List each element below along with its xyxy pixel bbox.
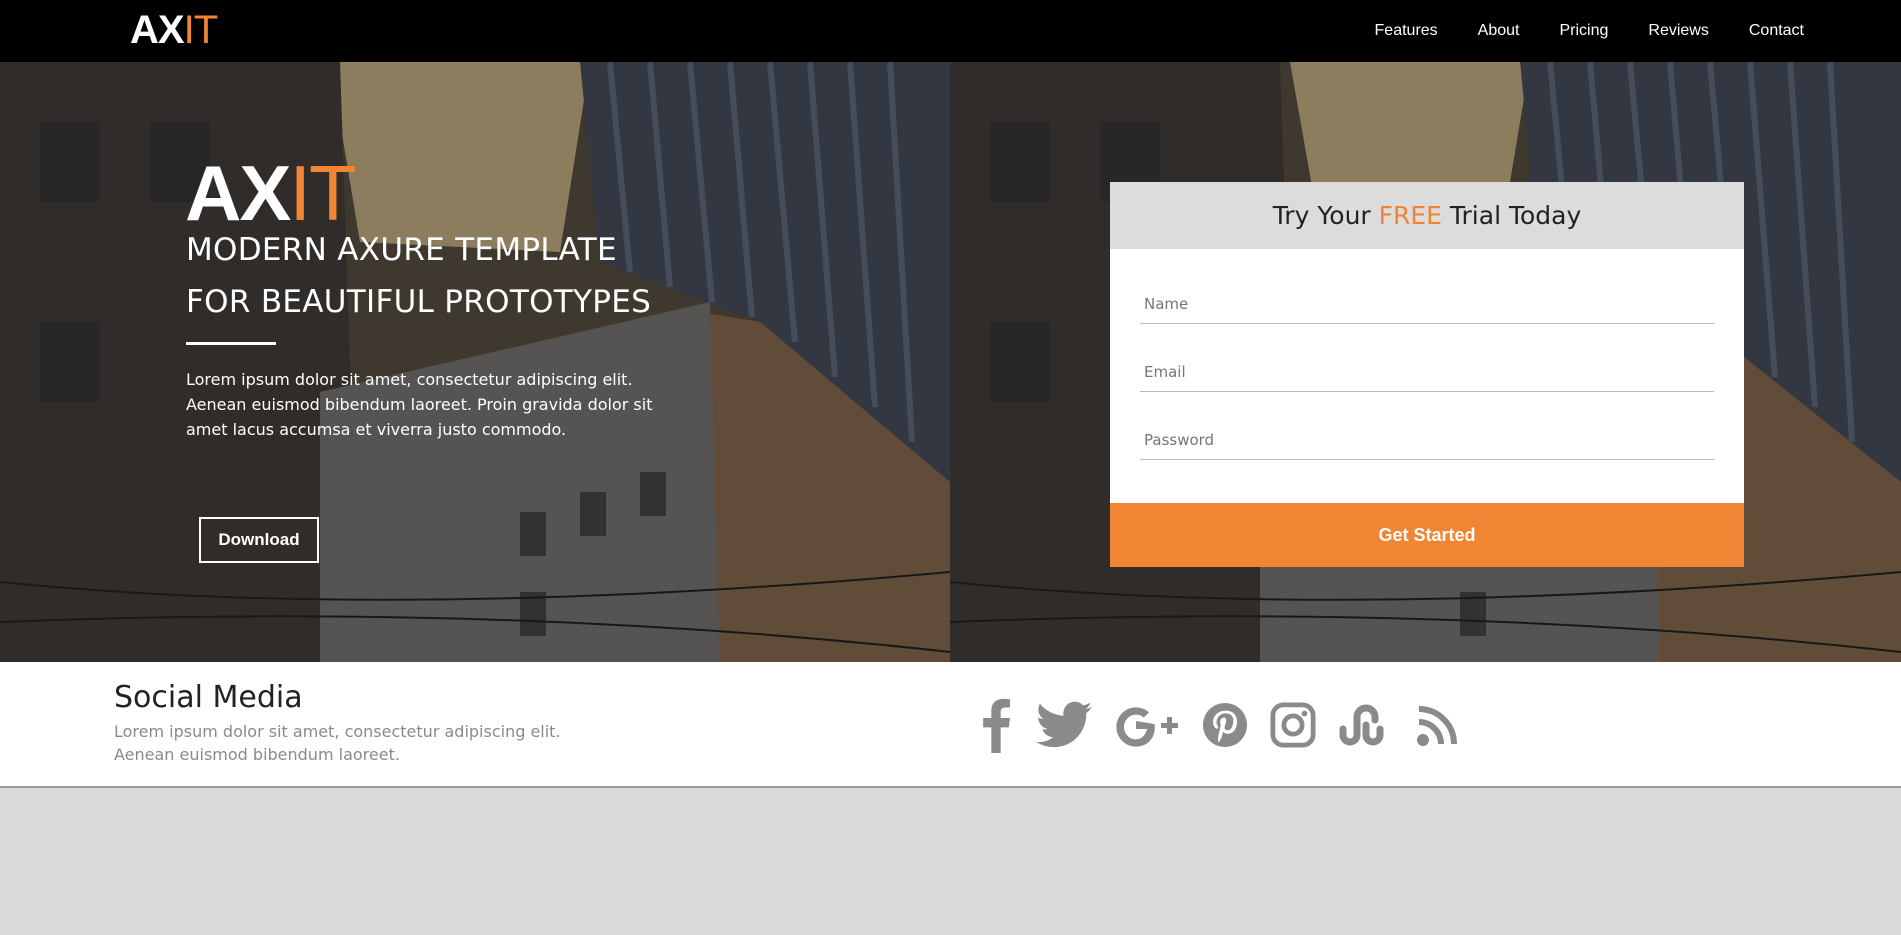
get-started-button[interactable]: Get Started [1110, 503, 1744, 567]
instagram-icon[interactable] [1270, 697, 1316, 753]
google-plus-icon[interactable] [1114, 697, 1180, 753]
hero-paragraph: Lorem ipsum dolor sit amet, consectetur … [186, 370, 653, 439]
nav-link-pricing[interactable]: Pricing [1559, 22, 1608, 40]
password-field[interactable] [1140, 420, 1714, 460]
form-title: Try Your FREE Trial Today [1110, 182, 1744, 249]
logo-ax: AX [130, 8, 185, 52]
trial-form: Try Your FREE Trial Today Get Started [1110, 182, 1744, 567]
nav-link-features[interactable]: Features [1375, 22, 1438, 40]
nav-link-reviews[interactable]: Reviews [1648, 22, 1708, 40]
twitter-icon[interactable] [1036, 697, 1092, 753]
pinterest-icon[interactable] [1202, 697, 1248, 753]
social-text-line2: Aenean euismod bibendum laoreet. [114, 745, 400, 764]
social-section: Social Media Lorem ipsum dolor sit amet,… [0, 662, 1901, 788]
hero-subtitle: MODERN AXURE TEMPLATE FOR BEAUTIFUL PROT… [186, 224, 746, 328]
download-button[interactable]: Download [199, 517, 319, 563]
hero-divider [186, 342, 276, 345]
form-title-prefix: Try Your [1272, 201, 1379, 230]
form-title-suffix: Trial Today [1441, 201, 1582, 230]
email-field[interactable] [1140, 352, 1714, 392]
social-description: Lorem ipsum dolor sit amet, consectetur … [114, 720, 594, 766]
stumbleupon-icon[interactable] [1338, 697, 1394, 753]
hero-subtitle-line1: MODERN AXURE TEMPLATE [186, 232, 617, 268]
nav-logo[interactable]: AXIT [130, 6, 219, 54]
social-title: Social Media [114, 680, 303, 715]
nav-link-contact[interactable]: Contact [1749, 22, 1804, 40]
nav-link-about[interactable]: About [1478, 22, 1520, 40]
hero-subtitle-line2: FOR BEAUTIFUL PROTOTYPES [186, 284, 652, 320]
nav-links: Features About Pricing Reviews Contact [1335, 0, 1804, 62]
name-field[interactable] [1140, 284, 1714, 324]
navbar: AXIT Features About Pricing Reviews Cont… [0, 0, 1901, 62]
rss-icon[interactable] [1416, 697, 1460, 753]
social-text-line1: Lorem ipsum dolor sit amet, consectetur … [114, 722, 561, 741]
social-icons [978, 697, 1482, 753]
hero-section: AXIT MODERN AXURE TEMPLATE FOR BEAUTIFUL… [0, 62, 1901, 662]
facebook-icon[interactable] [978, 697, 1014, 753]
logo-it: IT [183, 8, 219, 52]
form-title-highlight: FREE [1378, 201, 1442, 230]
